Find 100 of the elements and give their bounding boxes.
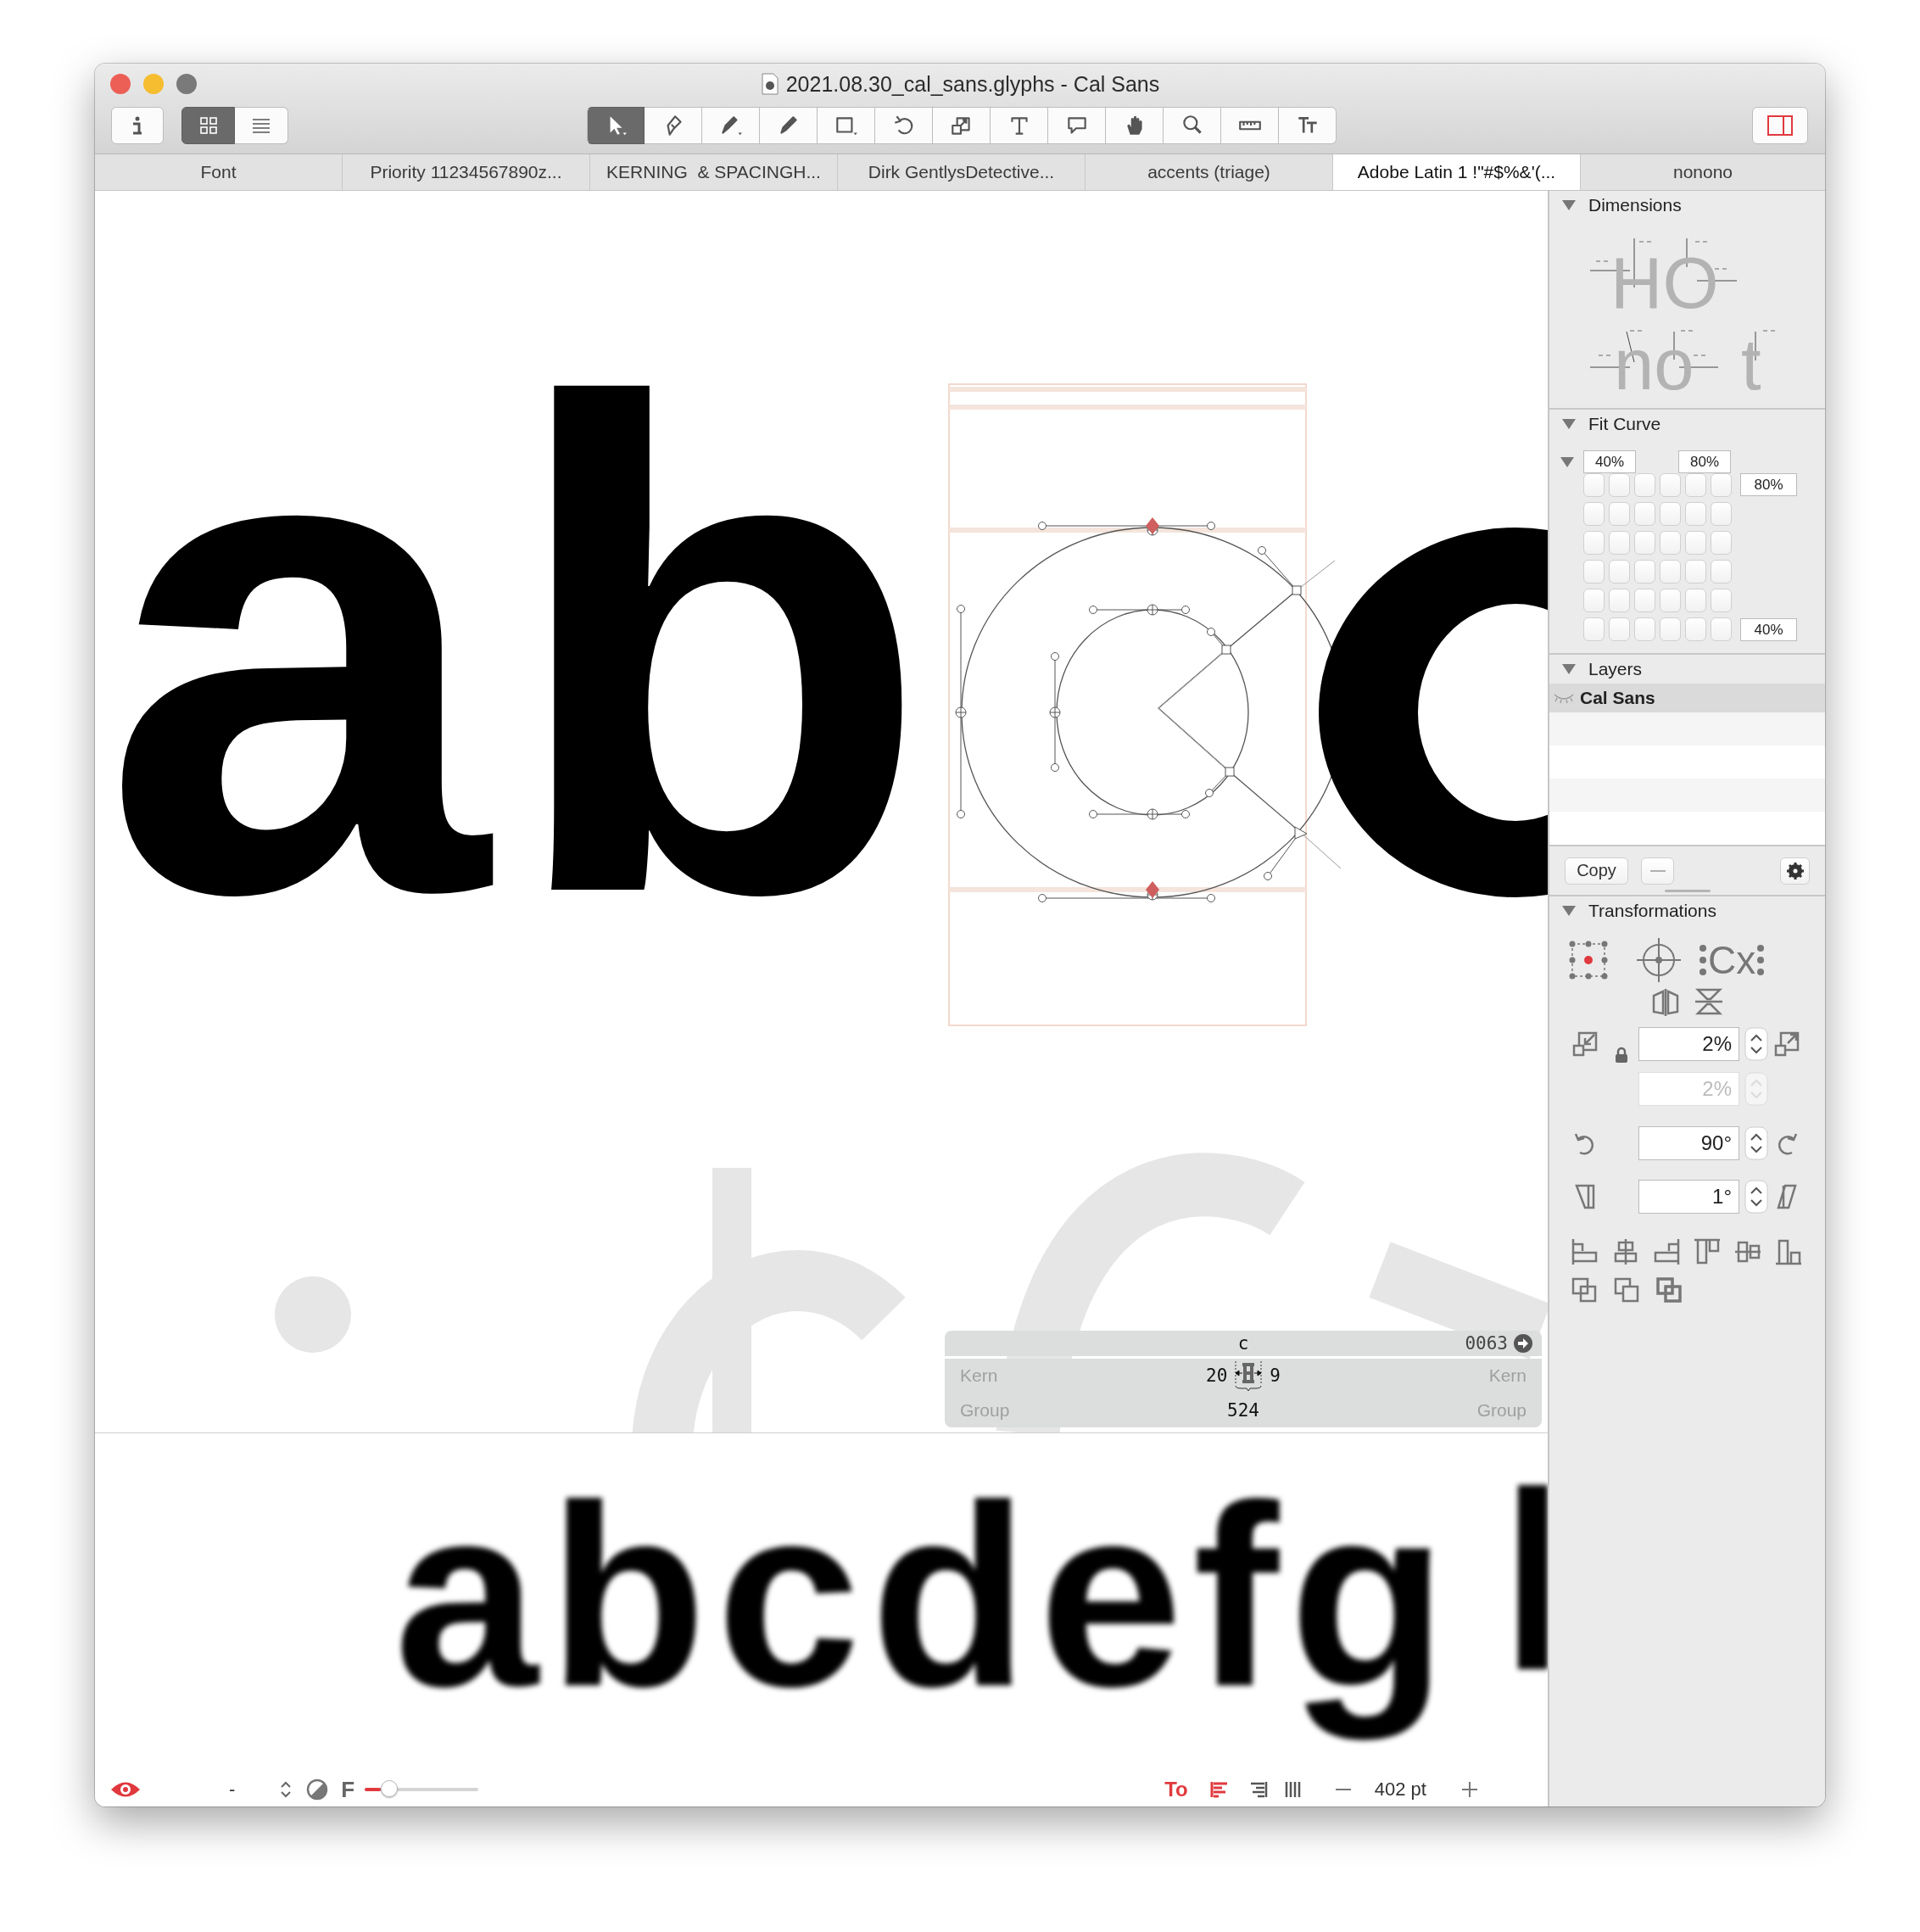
fit-curve-cell[interactable]: [1711, 589, 1732, 612]
align-right-icon[interactable]: [1248, 1780, 1268, 1799]
intersect-icon[interactable]: [1655, 1276, 1683, 1304]
fit-curve-cell[interactable]: [1634, 531, 1655, 555]
fit-curve-cell[interactable]: [1660, 473, 1681, 497]
fit-curve-cell[interactable]: [1685, 560, 1706, 584]
zoom-button[interactable]: [176, 74, 197, 94]
document-tab[interactable]: Dirk GentlysDetective...: [838, 154, 1086, 190]
fit-curve-cell[interactable]: [1583, 502, 1605, 526]
align-right-icon[interactable]: [1652, 1237, 1681, 1266]
annotation-tool-button[interactable]: [1048, 107, 1106, 144]
fit-curve-cell[interactable]: [1634, 560, 1655, 584]
bounding-box-icon[interactable]: [1567, 939, 1610, 981]
info-button[interactable]: [111, 107, 164, 144]
hand-tool-button[interactable]: [1106, 107, 1164, 144]
fit-curve-cell[interactable]: [1660, 502, 1681, 526]
document-tab[interactable]: Adobe Latin 1 !"#$%&'(...: [1333, 154, 1581, 190]
stepper[interactable]: [1744, 1180, 1768, 1214]
measure-tool-button[interactable]: [1221, 107, 1279, 144]
right-sidebearing-value[interactable]: 9: [1270, 1365, 1281, 1387]
glyph-width-value[interactable]: 524: [1227, 1399, 1259, 1421]
zoom-value[interactable]: 402 pt: [1374, 1778, 1426, 1801]
contrast-icon[interactable]: [306, 1778, 329, 1801]
stepper[interactable]: [1744, 1027, 1768, 1061]
stepper[interactable]: [1744, 1126, 1768, 1160]
scale-down-icon[interactable]: [1572, 1031, 1598, 1057]
fit-curve-cell[interactable]: [1634, 617, 1655, 641]
fit-curve-cell[interactable]: [1634, 502, 1655, 526]
vertical-bars-icon[interactable]: [1284, 1780, 1302, 1799]
align-left-icon[interactable]: [1209, 1780, 1229, 1799]
disclosure-triangle-icon[interactable]: [1561, 663, 1577, 675]
document-tab[interactable]: nonono: [1581, 154, 1825, 190]
layer-row[interactable]: Cal Sans: [1549, 684, 1825, 712]
fit-curve-cell[interactable]: [1609, 589, 1630, 612]
text-tool-button[interactable]: [991, 107, 1048, 144]
disclosure-triangle-icon[interactable]: [1561, 199, 1577, 211]
fit-curve-cell[interactable]: [1685, 589, 1706, 612]
fit-curve-cell[interactable]: [1711, 560, 1732, 584]
fit-curve-cell[interactable]: [1685, 502, 1706, 526]
max-field[interactable]: 80%: [1740, 473, 1797, 496]
fit-curve-cell[interactable]: [1634, 589, 1655, 612]
glyph-text[interactable]: ab: [102, 301, 947, 997]
fit-curve-cell[interactable]: [1583, 473, 1605, 497]
fit-curve-cell[interactable]: [1583, 589, 1605, 612]
slider-thumb[interactable]: [380, 1780, 398, 1797]
pencil-tool-button[interactable]: [760, 107, 818, 144]
select-tool-button[interactable]: [587, 107, 645, 144]
fit-curve-cell[interactable]: [1583, 531, 1605, 555]
rotate-tool-button[interactable]: [875, 107, 933, 144]
section-title[interactable]: Fit Curve: [1588, 414, 1661, 434]
fit-curve-cell[interactable]: [1609, 617, 1630, 641]
sidebar-toggle-button[interactable]: [1752, 107, 1808, 144]
zoom-tool-button[interactable]: [1164, 107, 1221, 144]
arrow-circle-icon[interactable]: [1513, 1333, 1533, 1354]
fit-curve-cell[interactable]: [1660, 560, 1681, 584]
fit-curve-cell[interactable]: [1660, 617, 1681, 641]
scale-up-icon[interactable]: [1774, 1031, 1800, 1057]
plus-icon[interactable]: [1460, 1780, 1479, 1799]
fit-curve-cell[interactable]: [1634, 473, 1655, 497]
align-left-icon[interactable]: [1571, 1237, 1599, 1266]
fit-curve-cell[interactable]: [1609, 531, 1630, 555]
text-preview-toggle[interactable]: To: [1164, 1778, 1188, 1801]
node-tool-button[interactable]: [645, 107, 702, 144]
fit-curve-cell[interactable]: [1685, 531, 1706, 555]
draw-tool-button[interactable]: [702, 107, 760, 144]
align-top-icon[interactable]: [1693, 1237, 1722, 1266]
fit-curve-cell[interactable]: [1609, 473, 1630, 497]
disclosure-triangle-icon[interactable]: [1561, 418, 1577, 430]
subtract-icon[interactable]: [1613, 1276, 1640, 1304]
slant-right-icon[interactable]: [1777, 1184, 1797, 1209]
font-toggle[interactable]: F: [341, 1776, 355, 1803]
disclosure-triangle-icon[interactable]: [1561, 905, 1577, 917]
left-sidebearing-value[interactable]: 20: [1206, 1365, 1228, 1387]
slant-field[interactable]: 1°: [1638, 1180, 1739, 1214]
close-button[interactable]: [110, 74, 131, 94]
fit-curve-cell[interactable]: [1583, 617, 1605, 641]
fit-curve-cell[interactable]: [1711, 502, 1732, 526]
scale-field[interactable]: 2%: [1638, 1027, 1739, 1061]
min-field[interactable]: 40%: [1740, 618, 1797, 641]
metrics-tool-button[interactable]: [1279, 107, 1337, 144]
rotate-field[interactable]: 90°: [1638, 1126, 1739, 1160]
remove-button[interactable]: [1641, 857, 1674, 885]
copy-button[interactable]: Copy: [1565, 857, 1628, 885]
union-icon[interactable]: [1571, 1276, 1598, 1304]
max-field[interactable]: 80%: [1678, 450, 1731, 473]
grid-view-button[interactable]: [181, 107, 235, 144]
slant-left-icon[interactable]: [1575, 1184, 1595, 1209]
fit-curve-cell[interactable]: [1609, 560, 1630, 584]
fit-curve-cell[interactable]: [1685, 473, 1706, 497]
align-bottom-icon[interactable]: [1774, 1237, 1803, 1266]
document-tab[interactable]: Priority 11234567890z...: [343, 154, 590, 190]
list-view-button[interactable]: [235, 107, 288, 144]
rectangle-tool-button[interactable]: [818, 107, 875, 144]
fit-curve-cell[interactable]: [1583, 560, 1605, 584]
fit-curve-cell[interactable]: [1660, 589, 1681, 612]
min-field[interactable]: 40%: [1583, 450, 1636, 473]
scale-tool-button[interactable]: [933, 107, 991, 144]
disclosure-triangle-icon[interactable]: [1560, 455, 1575, 468]
flip-vertical-icon[interactable]: [1694, 988, 1723, 1015]
fit-curve-cell[interactable]: [1609, 502, 1630, 526]
